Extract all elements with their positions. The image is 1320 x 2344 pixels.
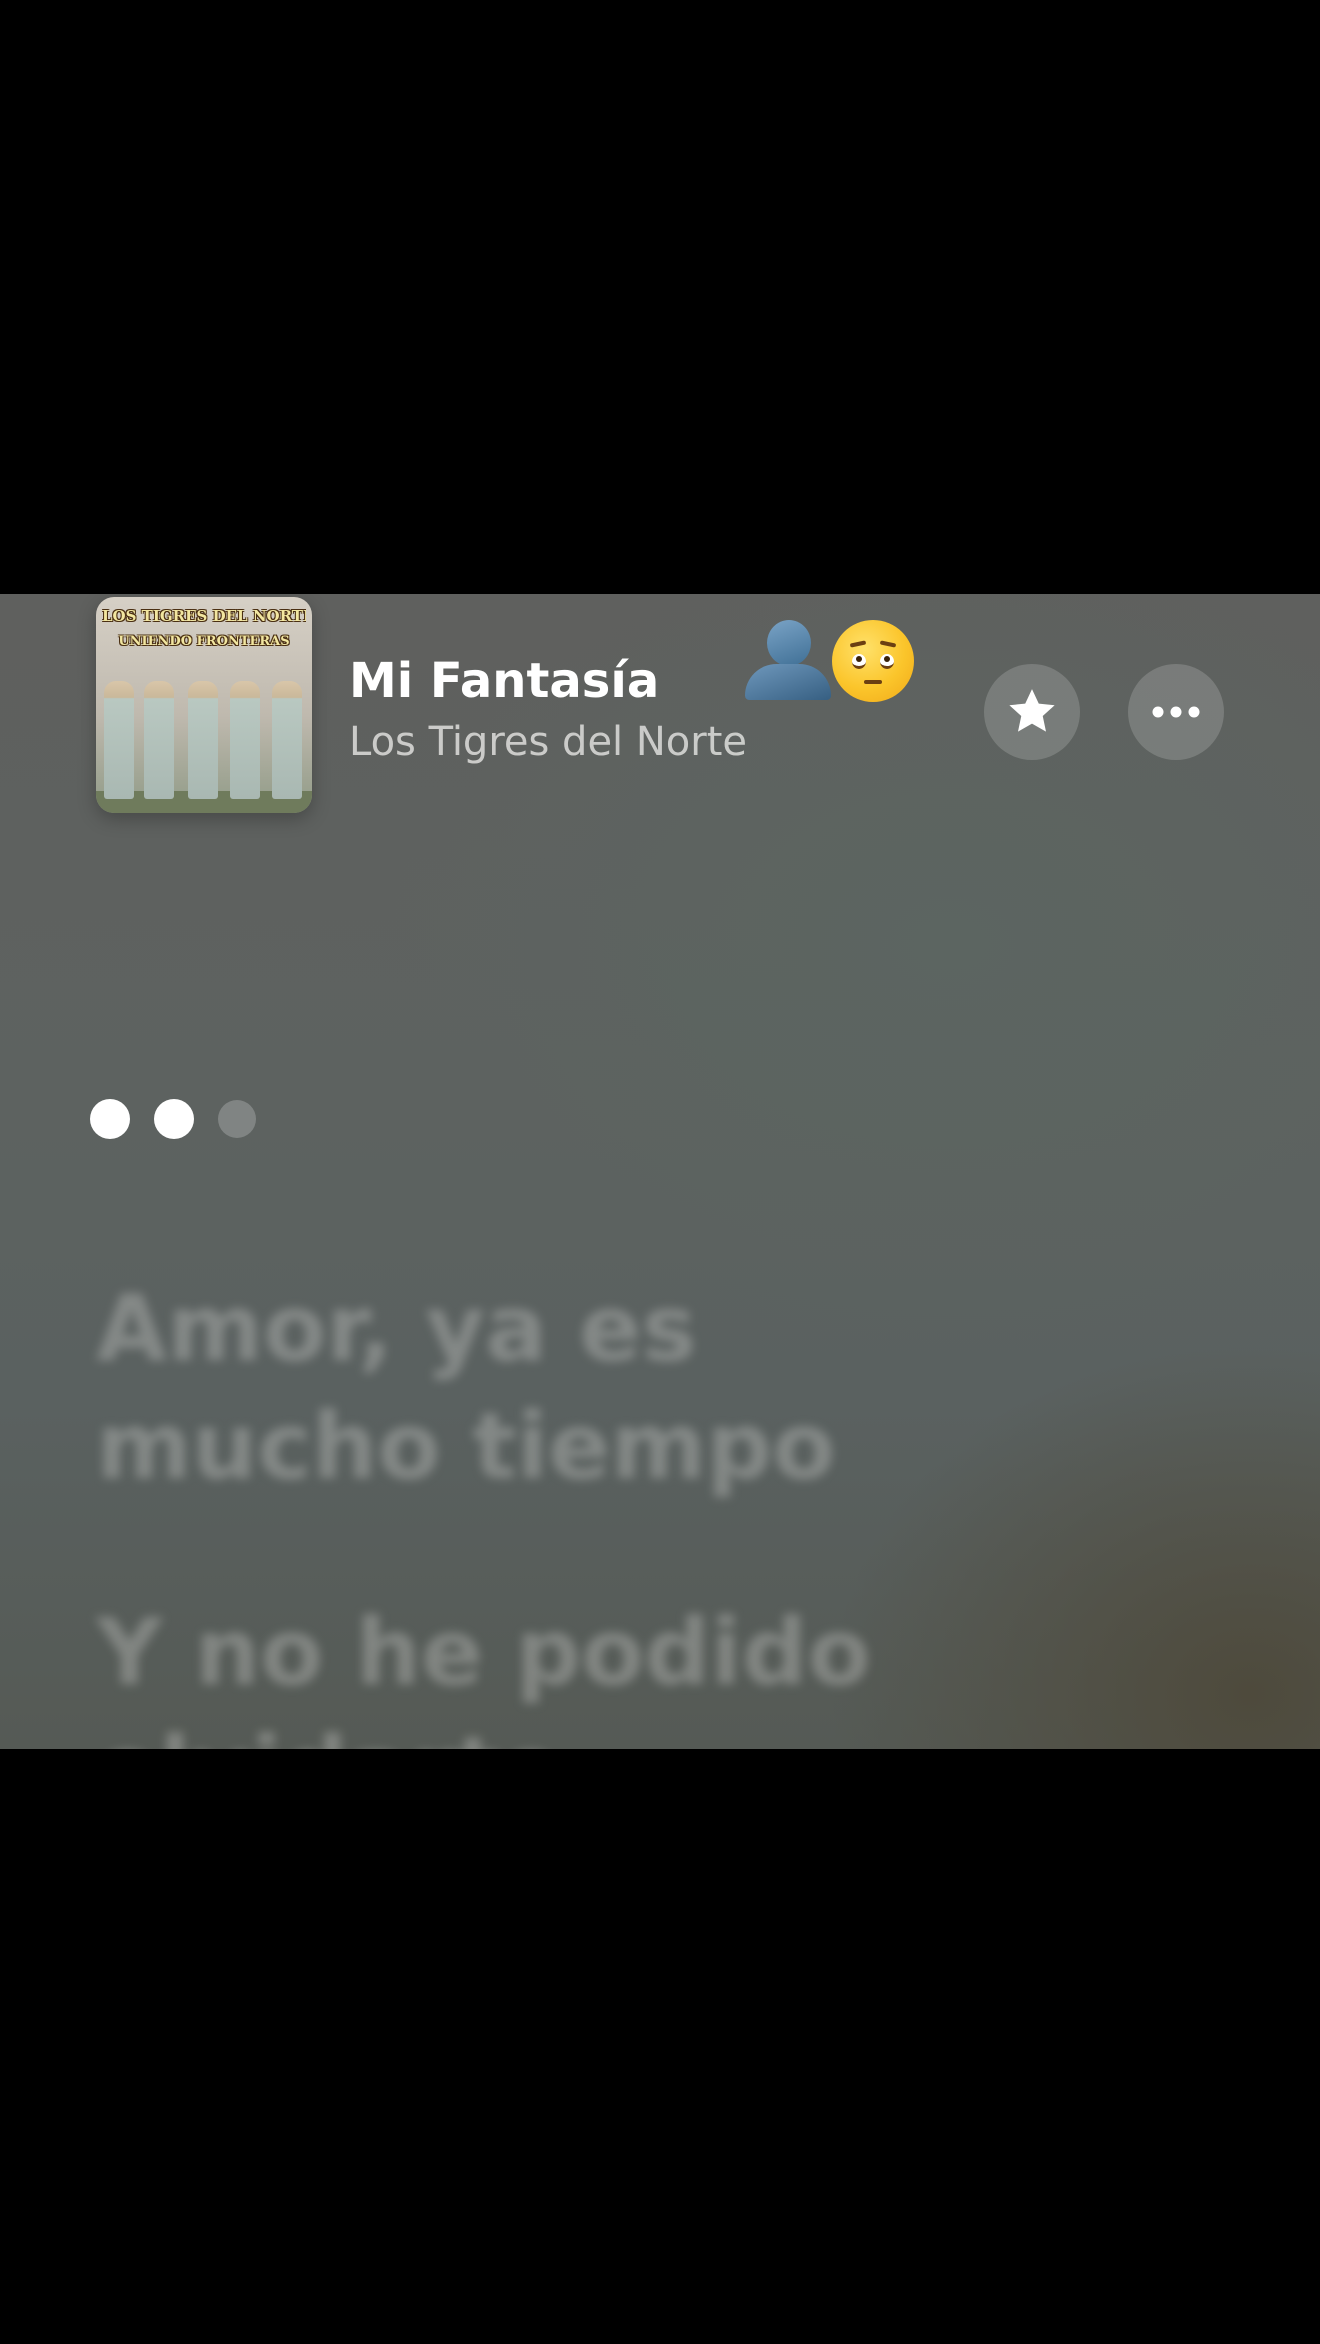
artwork-figure xyxy=(230,681,260,799)
now-playing-screen: LOS TIGRES DEL NORTE UNIENDO FRONTERAS M… xyxy=(0,594,1320,1749)
artwork-banner-subtitle: UNIENDO FRONTERAS xyxy=(118,634,290,649)
letterbox-bottom xyxy=(0,1749,1320,2344)
star-icon xyxy=(1009,689,1055,732)
artwork-figure xyxy=(188,681,218,799)
lyric-line[interactable]: Amor, ya es xyxy=(96,1270,1196,1388)
more-options-button[interactable] xyxy=(1128,664,1224,760)
song-title[interactable]: Mi Fantasía xyxy=(349,657,659,705)
artwork-figure xyxy=(144,681,174,799)
artist-name[interactable]: Los Tigres del Norte xyxy=(349,722,747,762)
lyric-line[interactable]: mucho tiempo xyxy=(96,1388,1196,1506)
interlude-dot xyxy=(218,1100,256,1138)
album-artwork[interactable]: LOS TIGRES DEL NORTE UNIENDO FRONTERAS xyxy=(96,597,312,813)
interlude-dot xyxy=(154,1099,194,1139)
lyric-line[interactable]: olvidarte xyxy=(96,1712,1196,1749)
artwork-figure xyxy=(272,681,302,799)
ellipsis-icon xyxy=(1152,706,1200,718)
artwork-figure xyxy=(104,681,134,799)
artwork-banner-title: LOS TIGRES DEL NORTE xyxy=(102,607,306,625)
lyric-line[interactable]: Y no he podido xyxy=(96,1594,1196,1712)
favorite-button[interactable] xyxy=(984,664,1080,760)
pleading-face-icon xyxy=(832,620,914,702)
letterbox-top xyxy=(0,0,1320,594)
bust-in-silhouette-icon xyxy=(745,620,831,700)
interlude-dot xyxy=(90,1099,130,1139)
